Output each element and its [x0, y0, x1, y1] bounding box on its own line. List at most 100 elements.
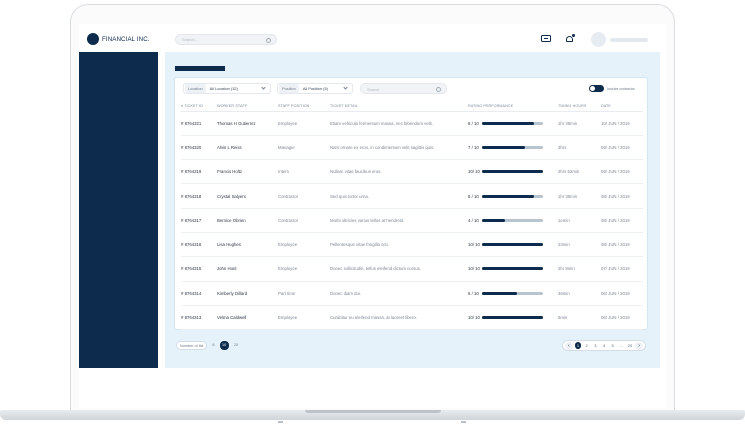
notification-badge [571, 33, 576, 38]
rating-value: 10/ 10 [468, 169, 480, 175]
ticket-id: # 8764316 [181, 232, 217, 258]
rating-cell: 10/ 10 [468, 159, 558, 185]
rating-bar [482, 194, 543, 198]
rating-bar-fill [482, 145, 525, 149]
rating-bar [482, 291, 543, 295]
ticket-date: 10/ JUN / 2019 [601, 111, 643, 136]
rating-bar-fill [482, 243, 543, 247]
page-2[interactable]: 2 [583, 342, 590, 349]
page-title [175, 66, 225, 71]
rows-per-page: Number of list 8 10 20 [176, 341, 240, 350]
staff-position: Employee [278, 256, 330, 282]
include-contractor-label: Include contractor [607, 86, 635, 91]
ticket-detail: Donec diam dui. [330, 281, 468, 306]
rows-option-selected[interactable]: 10 [219, 341, 229, 350]
timing-hours: 1emin [558, 208, 601, 233]
rating-bar [482, 316, 543, 320]
rating-bar-fill [482, 316, 543, 320]
timing-hours: 5min [558, 305, 601, 331]
col-staff-position[interactable]: STAFF POSITION [278, 101, 330, 112]
rating-cell: 6 / 10 [468, 281, 558, 306]
rating-bar [482, 121, 543, 125]
brand-logo[interactable]: FINANCIAL INC. [87, 33, 150, 45]
brand-name: FINANCIAL INC. [102, 35, 150, 43]
rating-value: 10/ 10 [468, 266, 480, 272]
rating-cell: 8 / 10 [468, 183, 558, 209]
table-row[interactable]: # 8764319 Francis Holtz Intern Nullam vitae… [181, 159, 643, 185]
rating-bar-fill [482, 170, 543, 174]
ticket-id: # 8764317 [181, 208, 217, 233]
ticket-detail: Etiam vehicula fermentum massa, nec bibe… [330, 111, 468, 136]
chevron-down-icon [261, 85, 266, 90]
timing-hours: 1hr 38min [558, 111, 601, 136]
rows-option[interactable]: 8 [210, 341, 216, 350]
worker-name: Velma Caldwell [217, 305, 278, 331]
ticket-date: 07/ JUN / 2019 [601, 256, 643, 282]
chevron-down-icon [343, 85, 348, 90]
rating-cell: 10/ 10 [468, 305, 558, 331]
pagination: ‹ 1 2 3 4 5 ... 20 › [562, 340, 646, 351]
worker-name: Thomas H Gutierrez [217, 111, 278, 136]
table-row[interactable]: # 8764317 Bernice Obrien Contractor Morbi u… [181, 208, 643, 233]
rating-cell: 4 / 10 [468, 208, 558, 233]
page-1[interactable]: 1 [574, 342, 582, 349]
ticket-date: 08/ JUN / 2019 [601, 208, 643, 233]
user-name-placeholder[interactable] [610, 38, 648, 42]
bell-icon[interactable] [565, 33, 576, 44]
worker-name: Bernice Obrien [217, 208, 278, 233]
table-row[interactable]: # 8764318 Crystal Salyers Contractor Sed qu… [181, 183, 643, 209]
laptop-foot [278, 421, 283, 423]
rating-value: 10/ 10 [468, 242, 480, 248]
page-4[interactable]: 4 [601, 342, 608, 349]
col-rating-performance[interactable]: RATING PERFORMANCE [468, 101, 558, 112]
page-20[interactable]: 20 [627, 342, 634, 349]
table-row[interactable]: # 8764314 Kimberly Dillard Part time Donec … [181, 281, 643, 306]
timing-hours: 2hr 8min [558, 256, 601, 282]
staff-position: Contractor [278, 208, 330, 233]
col-ticket-id[interactable]: # TICKET ID [181, 101, 217, 112]
rating-bar-fill [482, 291, 518, 295]
table-row[interactable]: # 8764313 Velma Caldwell Employee Curabitur… [181, 305, 643, 331]
table-row[interactable]: # 8764321 Thomas H Gutierrez Employee Etiam… [181, 111, 643, 136]
tickets-table: # TICKET ID WORKER STAFF STAFF POSITION … [181, 101, 643, 331]
ticket-detail: Nullam vitae faucibus eros. [330, 159, 468, 185]
top-bar: FINANCIAL INC. Search... [79, 24, 666, 52]
rating-bar [482, 243, 543, 247]
location-filter-tag: Location [185, 84, 206, 93]
ticket-id: # 8764313 [181, 305, 217, 331]
ticket-date: 06/ JUN / 2019 [601, 281, 643, 306]
col-date[interactable]: DATE [601, 101, 643, 112]
table-search-placeholder: Search [367, 86, 380, 92]
ticket-id: # 8764320 [181, 135, 217, 161]
tickets-card: Location All Location (32) Position All … [174, 77, 648, 331]
prev-page-icon[interactable]: ‹ [565, 341, 573, 350]
rating-bar-fill [482, 218, 506, 222]
col-worker-staff[interactable]: WORKER STAFF [217, 101, 278, 112]
position-filter[interactable]: Position All Position (5) [277, 83, 353, 94]
table-search-input[interactable]: Search [360, 83, 447, 94]
table-row[interactable]: # 8764320 Alvin L Reiss Manager Nam ornare … [181, 135, 643, 161]
include-contractor-toggle[interactable] [589, 85, 604, 92]
global-search-input[interactable]: Search... [175, 34, 277, 45]
ticket-id: # 8764315 [181, 256, 217, 282]
avatar[interactable] [591, 32, 606, 47]
ticket-detail: Sed quis tortor urna. [330, 183, 468, 209]
table-row[interactable]: # 8764315 John Hunt Employee Donec sollicit… [181, 256, 643, 282]
search-icon [266, 37, 271, 43]
location-filter[interactable]: Location All Location (32) [183, 83, 271, 94]
search-icon [436, 86, 441, 92]
ticket-date: 09/ JUN / 2019 [601, 135, 643, 161]
table-row[interactable]: # 8764316 Lisa Hughes Employee Pellentesque… [181, 232, 643, 258]
message-icon[interactable] [541, 35, 551, 42]
staff-position: Part time [278, 281, 330, 306]
page-5[interactable]: 5 [609, 342, 616, 349]
col-timing-hours[interactable]: TIMING HOURS [558, 101, 601, 112]
ticket-detail: Curabitur eu eleifend massa, at laoreet … [330, 305, 468, 331]
worker-name: Francis Holtz [217, 159, 278, 185]
col-ticket-detail[interactable]: TICKET DETAIL [330, 101, 468, 112]
search-placeholder: Search... [182, 37, 199, 42]
page-3[interactable]: 3 [592, 342, 599, 349]
next-page-icon[interactable]: › [635, 341, 643, 350]
logo-icon [87, 33, 99, 45]
rows-option[interactable]: 20 [232, 341, 240, 350]
